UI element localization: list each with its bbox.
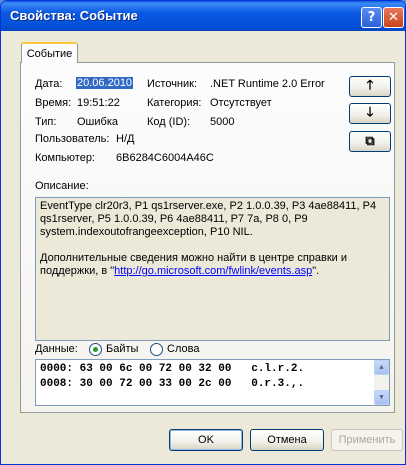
description-help-text: Дополнительные сведения можно найти в це… [40, 252, 385, 278]
apply-button[interactable]: Применить [331, 429, 403, 451]
source-label: Источник: [147, 78, 198, 90]
description-text: EventType clr20r3, P1 qs1rserver.exe, P2… [40, 200, 377, 238]
event-panel: Дата: 20.06.2010 Источник: .NET Runtime … [20, 62, 395, 413]
data-scrollbar[interactable]: ▲ ▼ [374, 360, 389, 405]
category-value: Отсутствует [210, 97, 272, 109]
help-link[interactable]: http://go.microsoft.com/fwlink/events.as… [114, 265, 312, 277]
title-bar[interactable]: Свойства: Событие ? ✕ [1, 1, 405, 31]
words-radio[interactable] [150, 343, 163, 356]
time-value: 19:51:22 [77, 97, 120, 109]
type-value: Ошибка [77, 116, 118, 128]
description-label: Описание: [35, 180, 89, 192]
type-label: Тип: [35, 116, 57, 128]
data-row: 0008: 30 00 72 00 33 00 2c 00 0.r.3.,. [40, 378, 305, 390]
cancel-button-label: Отмена [267, 434, 307, 446]
help-button[interactable]: ? [361, 7, 382, 28]
tab-event-label: Событие [26, 47, 73, 60]
help-icon: ? [367, 10, 376, 25]
user-value: Н/Д [116, 133, 135, 145]
window-title: Свойства: Событие [10, 8, 138, 23]
description-help-suffix: ". [312, 265, 320, 277]
computer-label: Компьютер: [35, 152, 95, 164]
user-label: Пользователь: [35, 133, 110, 145]
chevron-up-icon: ▲ [379, 363, 384, 372]
time-label: Время: [35, 97, 72, 109]
code-label: Код (ID): [147, 116, 191, 128]
description-box[interactable]: EventType clr20r3, P1 qs1rserver.exe, P2… [35, 197, 390, 341]
scroll-up-arrow[interactable]: ▲ [374, 360, 389, 375]
cancel-button[interactable]: Отмена [250, 429, 324, 451]
words-radio-label[interactable]: Слова [167, 343, 199, 355]
date-label: Дата: [35, 78, 63, 90]
bytes-radio-label[interactable]: Байты [106, 343, 138, 355]
bytes-radio[interactable] [89, 343, 102, 356]
scroll-down-arrow[interactable]: ▼ [374, 390, 389, 405]
arrow-up-icon: 🡑 [366, 77, 374, 93]
tab-event[interactable]: Событие [21, 42, 78, 63]
date-value[interactable]: 20.06.2010 [76, 77, 134, 89]
event-properties-window: Свойства: Событие ? ✕ Событие Дата: 20.0… [0, 0, 406, 465]
close-icon: ✕ [388, 10, 399, 25]
code-value: 5000 [210, 116, 235, 128]
apply-button-label: Применить [338, 434, 396, 446]
next-event-button[interactable]: 🡓 [349, 103, 391, 124]
category-label: Категория: [147, 97, 202, 109]
copy-button[interactable]: ⧉ [349, 131, 391, 152]
previous-event-button[interactable]: 🡑 [349, 76, 391, 97]
computer-value: 6B6284C6004A46C [116, 152, 214, 164]
ok-button-label: OK [198, 434, 214, 446]
arrow-down-icon: 🡓 [366, 104, 374, 120]
data-hex-box[interactable]: 0000: 63 00 6c 00 72 00 32 00 c.l.r.2. 0… [35, 359, 390, 406]
ok-button[interactable]: OK [169, 429, 243, 451]
chevron-down-icon: ▼ [379, 393, 384, 402]
source-value: .NET Runtime 2.0 Error [210, 78, 325, 90]
copy-icon: ⧉ [365, 134, 375, 149]
close-button[interactable]: ✕ [383, 7, 404, 28]
data-row: 0000: 63 00 6c 00 72 00 32 00 c.l.r.2. [40, 363, 305, 375]
data-label: Данные: [35, 343, 78, 355]
